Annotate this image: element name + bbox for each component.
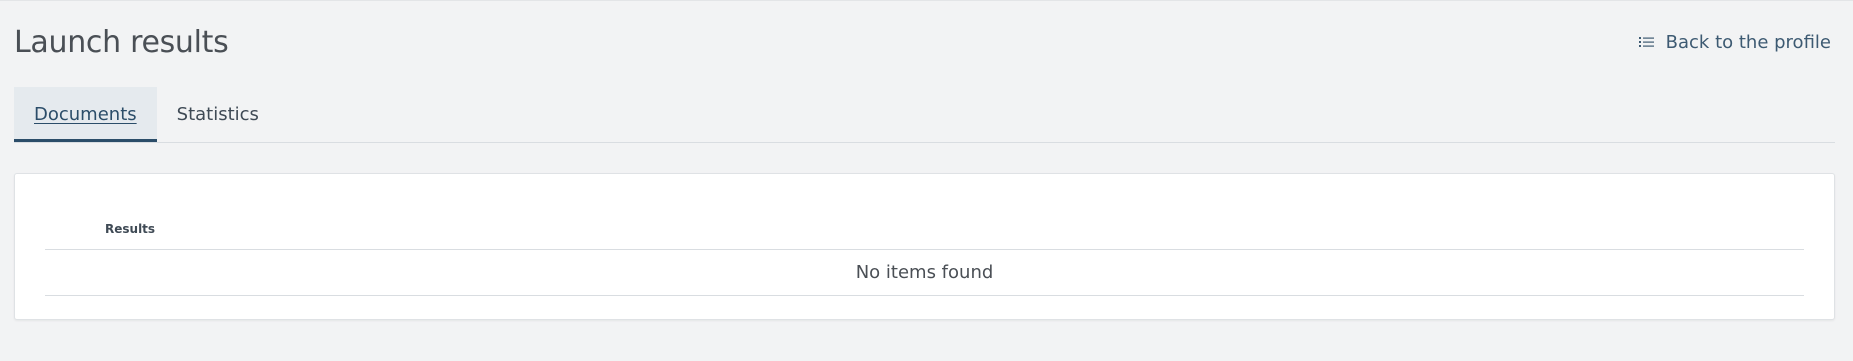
page-title: Launch results <box>14 25 229 60</box>
tab-bar: Documents Statistics <box>14 87 1835 143</box>
back-to-profile-label: Back to the profile <box>1665 32 1831 53</box>
results-card: Results No items found <box>14 173 1835 320</box>
empty-state-message: No items found <box>855 262 994 283</box>
empty-state-row: No items found <box>45 250 1804 296</box>
tab-statistics[interactable]: Statistics <box>157 87 279 142</box>
results-table: Results No items found <box>45 212 1804 296</box>
back-to-profile-link[interactable]: Back to the profile <box>1638 31 1831 55</box>
tab-documents[interactable]: Documents <box>14 87 157 142</box>
page-header: Launch results Back to the profile <box>14 23 1831 63</box>
column-header-results: Results <box>105 222 156 236</box>
list-icon <box>1638 34 1656 52</box>
table-header-row: Results <box>45 212 1804 250</box>
